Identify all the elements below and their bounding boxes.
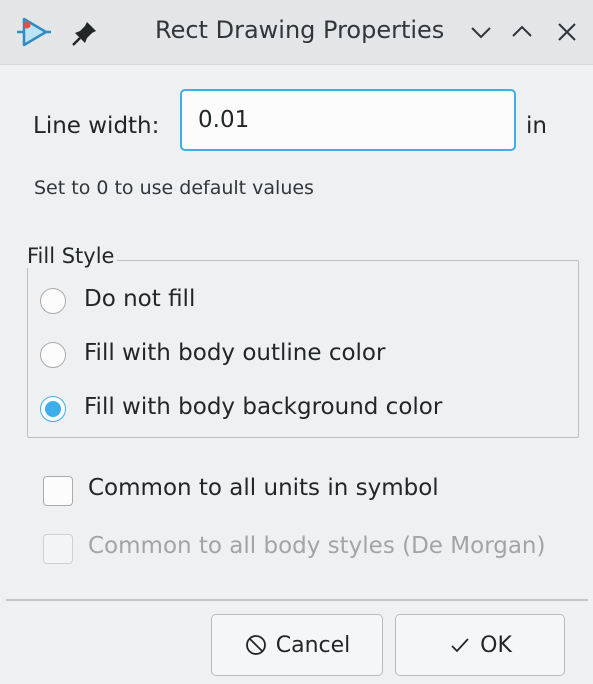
- line-width-input[interactable]: 0.01: [180, 89, 516, 151]
- close-icon[interactable]: [552, 17, 582, 47]
- cancel-icon: [245, 635, 266, 655]
- fill-style-title: Fill Style: [27, 244, 118, 268]
- cancel-button[interactable]: Cancel: [211, 614, 383, 676]
- checkbox-disabled: [43, 534, 73, 564]
- checkbox[interactable]: [43, 476, 73, 506]
- checkbox-label: Common to all units in symbol: [88, 475, 439, 501]
- radio-button[interactable]: [40, 288, 66, 314]
- ok-label: OK: [480, 632, 512, 658]
- cancel-label: Cancel: [275, 632, 351, 658]
- line-width-hint: Set to 0 to use default values: [34, 177, 314, 199]
- checkbox-label: Common to all body styles (De Morgan): [88, 533, 546, 559]
- line-width-unit: in: [526, 113, 547, 139]
- divider: [6, 599, 588, 601]
- maximize-icon[interactable]: [507, 17, 537, 47]
- radio-button[interactable]: [40, 342, 66, 368]
- title-bar: Rect Drawing Properties: [0, 0, 593, 65]
- checkmark-icon: [451, 638, 469, 653]
- radio-label: Do not fill: [84, 286, 196, 312]
- radio-label: Fill with body outline color: [84, 340, 386, 366]
- ok-button[interactable]: OK: [395, 614, 565, 676]
- minimize-icon[interactable]: [466, 17, 496, 47]
- window-title: Rect Drawing Properties: [155, 16, 445, 44]
- symbol-editor-icon: [17, 17, 51, 47]
- radio-button-selected[interactable]: [40, 396, 66, 422]
- radio-label: Fill with body background color: [84, 394, 443, 420]
- line-width-label: Line width:: [33, 113, 160, 139]
- pin-icon[interactable]: [70, 18, 100, 48]
